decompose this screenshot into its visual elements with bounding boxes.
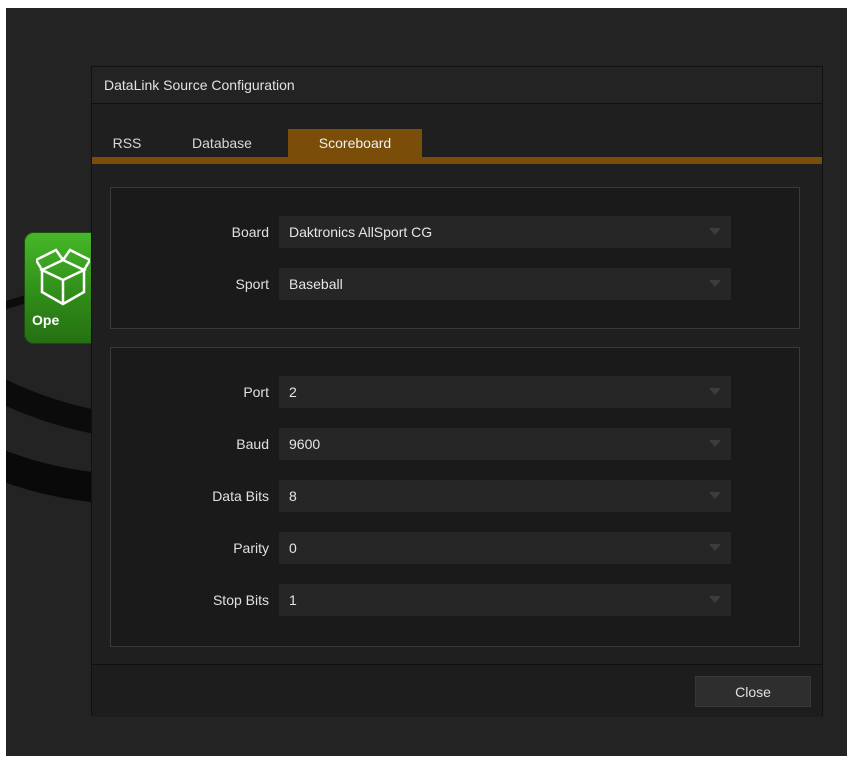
stop-bits-select[interactable]: 1 (279, 584, 731, 616)
chevron-down-icon (709, 280, 721, 287)
tile-label: Ope (32, 312, 60, 328)
close-button[interactable]: Close (695, 676, 811, 707)
tab-scoreboard[interactable]: Scoreboard (288, 129, 422, 157)
chevron-down-icon (709, 228, 721, 235)
dialog-footer: Close (92, 664, 822, 717)
parity-select[interactable]: 0 (279, 532, 731, 564)
serial-settings-group: Port 2 Baud 9600 Data Bits 8 Parity 0 St… (110, 347, 800, 647)
chevron-down-icon (709, 492, 721, 499)
parity-row: Parity 0 (111, 532, 799, 564)
active-tab-underline (92, 157, 822, 164)
dialog-title: DataLink Source Configuration (104, 77, 295, 93)
open-tile-button[interactable]: Ope (24, 232, 100, 344)
chevron-down-icon (709, 596, 721, 603)
board-value: Daktronics AllSport CG (289, 224, 433, 240)
chevron-down-icon (709, 388, 721, 395)
board-row: Board Daktronics AllSport CG (111, 216, 799, 248)
tab-bar: RSS Database Scoreboard (92, 105, 822, 157)
source-settings-group: Board Daktronics AllSport CG Sport Baseb… (110, 187, 800, 329)
open-box-icon (36, 248, 90, 306)
baud-row: Baud 9600 (111, 428, 799, 460)
sport-select[interactable]: Baseball (279, 268, 731, 300)
stop-bits-value: 1 (289, 592, 297, 608)
tab-database[interactable]: Database (172, 129, 272, 157)
baud-select[interactable]: 9600 (279, 428, 731, 460)
dialog-titlebar[interactable]: DataLink Source Configuration (92, 67, 822, 104)
data-bits-value: 8 (289, 488, 297, 504)
tab-rss[interactable]: RSS (107, 129, 147, 157)
parity-value: 0 (289, 540, 297, 556)
data-bits-select[interactable]: 8 (279, 480, 731, 512)
board-select[interactable]: Daktronics AllSport CG (279, 216, 731, 248)
port-row: Port 2 (111, 376, 799, 408)
sport-row: Sport Baseball (111, 268, 799, 300)
parity-label: Parity (233, 540, 269, 556)
chevron-down-icon (709, 544, 721, 551)
baud-value: 9600 (289, 436, 321, 452)
sport-value: Baseball (289, 276, 343, 292)
baud-label: Baud (236, 436, 269, 452)
chevron-down-icon (709, 440, 721, 447)
stop-bits-label: Stop Bits (212, 592, 269, 608)
workspace-background: Ope DataLink Source Configuration RSS Da… (6, 8, 847, 756)
port-label: Port (243, 384, 269, 400)
data-bits-label: Data Bits (212, 488, 269, 504)
datalink-config-dialog: DataLink Source Configuration RSS Databa… (91, 66, 823, 717)
stop-bits-row: Stop Bits 1 (111, 584, 799, 616)
sport-label: Sport (235, 276, 269, 292)
port-value: 2 (289, 384, 297, 400)
data-bits-row: Data Bits 8 (111, 480, 799, 512)
port-select[interactable]: 2 (279, 376, 731, 408)
board-label: Board (231, 224, 269, 240)
